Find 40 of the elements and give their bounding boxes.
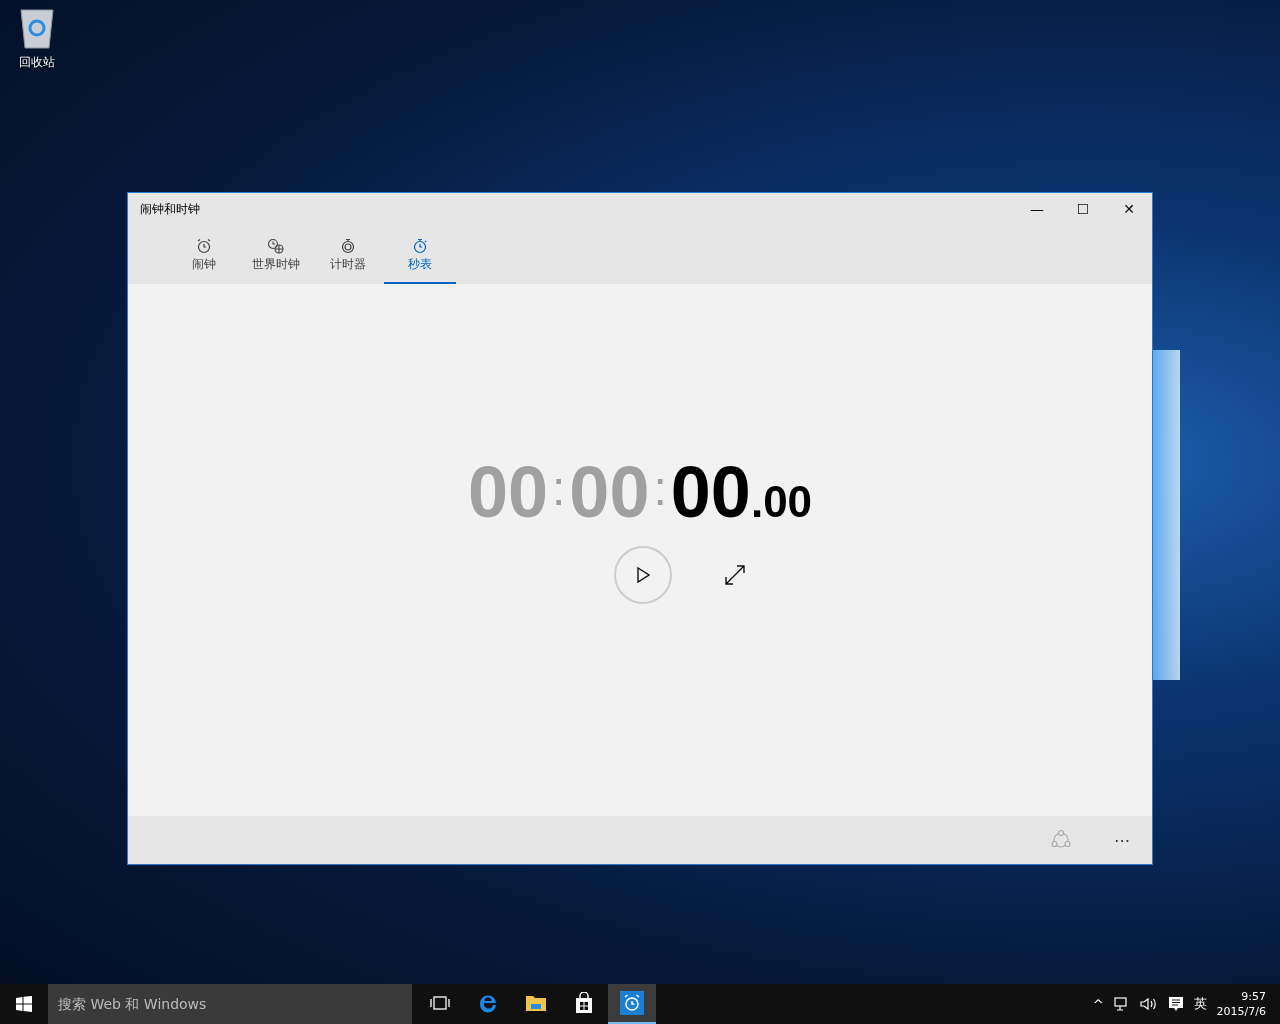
taskbar-app-button[interactable]: [608, 984, 656, 1024]
task-view-icon: [430, 995, 450, 1011]
share-icon: [1050, 829, 1072, 851]
expand-arrows-icon: [724, 564, 746, 586]
alarm-clock-icon: [620, 991, 644, 1015]
folder-icon: [525, 993, 547, 1013]
window-title: 闹钟和时钟: [139, 200, 201, 218]
volume-icon[interactable]: [1139, 997, 1158, 1011]
minimize-button[interactable]: —: [1014, 193, 1060, 225]
timer-icon: [340, 238, 356, 254]
time-separator: :: [551, 465, 567, 513]
close-button[interactable]: ✕: [1106, 193, 1152, 225]
tab[interactable]: 闹钟: [168, 225, 240, 284]
maximize-button[interactable]: ☐: [1060, 193, 1106, 225]
recycle-bin-icon[interactable]: [17, 6, 57, 50]
windows-logo-icon: [16, 996, 32, 1012]
time-digits: 00: [569, 456, 650, 528]
desktop-icon-label[interactable]: 回收站: [19, 54, 55, 71]
notification-icon[interactable]: [1167, 996, 1184, 1012]
tab[interactable]: 计时器: [312, 225, 384, 284]
more-button[interactable]: ⋯: [1106, 829, 1138, 851]
stopwatch-icon: [412, 238, 428, 254]
time-separator: :: [652, 465, 668, 513]
time-digits: .: [750, 480, 764, 524]
tab[interactable]: 世界时钟: [240, 225, 312, 284]
clock-button[interactable]: 9:57 2015/7/6: [1216, 989, 1266, 1019]
show-hidden-icons-button[interactable]: ^: [1092, 996, 1104, 1012]
time-digits: 00: [467, 456, 548, 528]
search-field[interactable]: 搜索 Web 和 Windows: [48, 984, 412, 1024]
tab[interactable]: 秒表: [384, 225, 456, 284]
time-digits: 00: [763, 480, 813, 524]
play-button[interactable]: [614, 546, 672, 604]
globe-clock-icon: [267, 238, 285, 254]
time-digits: 00: [670, 456, 751, 528]
store-bag-icon: [574, 992, 594, 1014]
alarm-clock-icon: [196, 238, 212, 254]
network-icon[interactable]: [1113, 997, 1130, 1011]
expand-button[interactable]: [724, 564, 746, 586]
input-language-button[interactable]: 英: [1193, 995, 1207, 1013]
play-icon: [636, 567, 650, 583]
